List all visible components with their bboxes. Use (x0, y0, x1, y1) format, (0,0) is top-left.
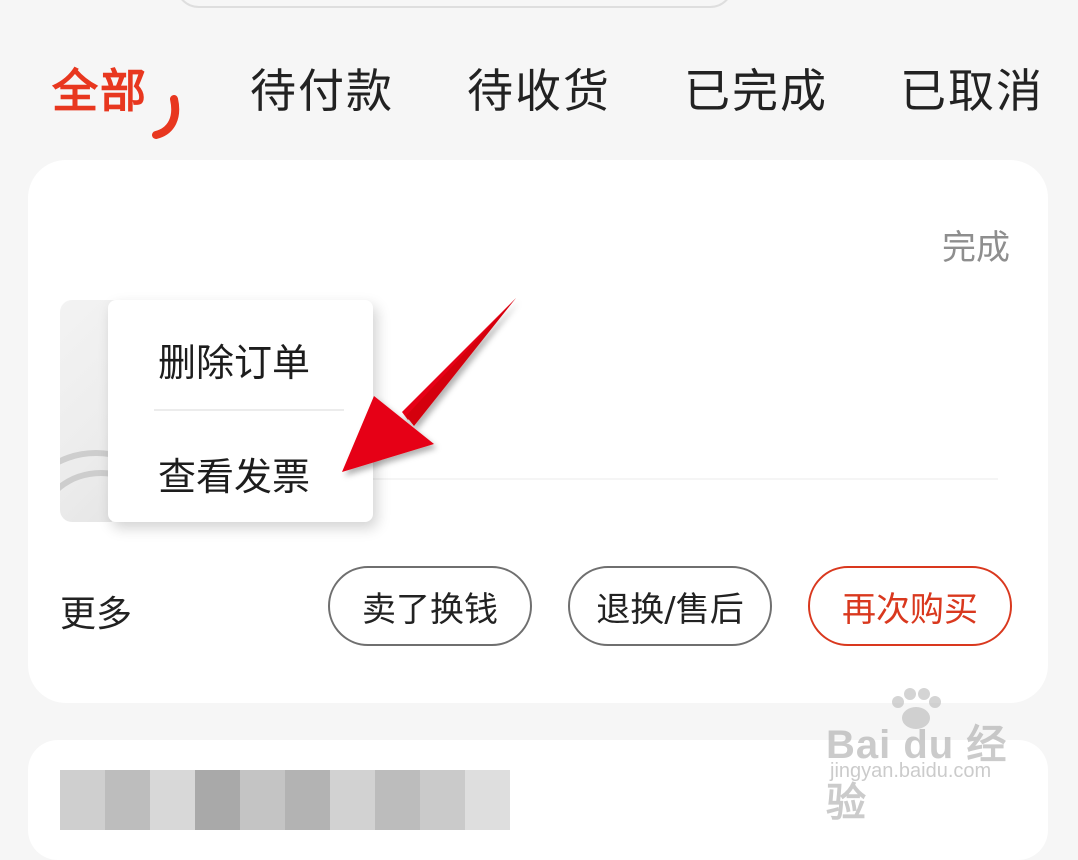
rebuy-button[interactable]: 再次购买 (808, 566, 1012, 646)
tab-pending-receipt[interactable]: 待收货 (467, 63, 611, 119)
watermark-url: jingyan.baidu.com (830, 760, 992, 782)
red-arrow-icon (342, 298, 516, 472)
order-status: 完成 (942, 228, 1010, 268)
popup-divider (154, 409, 344, 411)
tab-completed[interactable]: 已完成 (684, 63, 828, 119)
baidu-watermark: Bai du 经验 jingyan.baidu.com (826, 688, 1022, 825)
return-service-button[interactable]: 退换/售后 (568, 566, 772, 646)
tab-underline-icon (152, 95, 180, 139)
delete-order-item[interactable]: 删除订单 (158, 332, 310, 387)
sell-button[interactable]: 卖了换钱 (328, 566, 532, 646)
tab-pending-payment[interactable]: 待付款 (250, 63, 394, 119)
pixelated-product-title (60, 770, 510, 830)
view-invoice-item[interactable]: 查看发票 (158, 446, 310, 501)
tab-cancelled[interactable]: 已取消 (900, 63, 1044, 119)
search-bar[interactable] (175, 0, 734, 8)
tab-all[interactable]: 全部 (52, 63, 148, 119)
more-link[interactable]: 更多 (60, 585, 132, 637)
order-tabs: 全部 待付款 待收货 已完成 已取消 (0, 55, 1078, 139)
